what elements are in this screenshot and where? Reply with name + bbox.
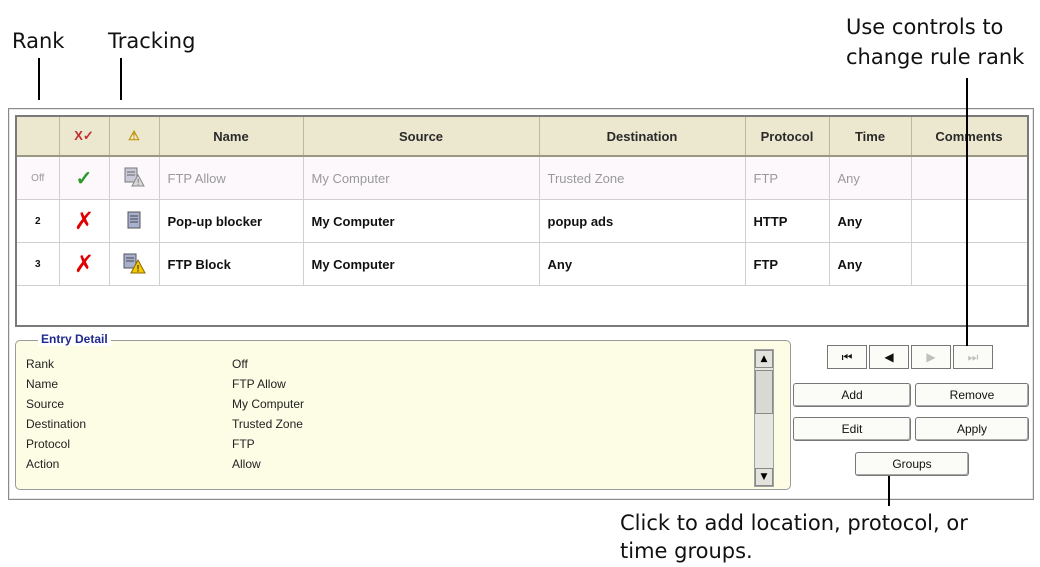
tracking-callout: Tracking [108,29,196,53]
rank-callout-line [38,58,40,100]
scroll-down-icon[interactable]: ▼ [755,468,773,486]
rule-name-cell: FTP Allow [159,156,304,200]
rule-protocol-cell: HTTP [745,199,830,243]
detail-row-rank: Rank Off [26,355,726,375]
groups-callout-2: time groups. [620,539,753,563]
detail-label: Name [26,377,59,391]
rule-destination-cell: Trusted Zone [539,156,746,200]
col-header-time[interactable]: Time [829,117,912,157]
detail-value: Allow [232,457,261,471]
scroll-up-icon[interactable]: ▲ [755,350,773,368]
col-header-destination[interactable]: Destination [539,117,746,157]
table-header-row: X✓ ⚠ Name Source Destination Protocol Ti… [17,117,1027,157]
rule-source-cell: My Computer [303,242,540,286]
check-icon[interactable]: ✓ [59,156,110,200]
rank-cell: 2 [17,199,60,243]
detail-value: Trusted Zone [232,417,303,431]
rank-controls-callout-line [966,78,968,346]
move-first-button[interactable]: ⏮ [827,345,867,369]
entry-detail-title: Entry Detail [38,332,111,346]
table-row[interactable]: 3 ✗ ! FTP Block My Computer Any FTP Any [17,242,1027,286]
rules-grid: X✓ ⚠ Name Source Destination Protocol Ti… [15,115,1029,327]
rules-table: X✓ ⚠ Name Source Destination Protocol Ti… [17,117,1027,286]
groups-button[interactable]: Groups [855,452,969,476]
detail-row-destination: Destination Trusted Zone [26,415,726,435]
detail-value: My Computer [232,397,305,411]
detail-row-name: Name FTP Allow [26,375,726,395]
detail-value: Off [232,357,248,371]
table-row[interactable]: 2 ✗ Pop-up blocker My Computer popup ads… [17,199,1027,243]
rank-controls-callout-2: change rule rank [846,45,1025,69]
rule-source-cell: My Computer [303,199,540,243]
tracking-callout-line [120,58,122,100]
detail-row-source: Source My Computer [26,395,726,415]
groups-callout-line [888,476,890,506]
rule-comments-cell [911,242,1027,286]
groups-callout-1: Click to add location, protocol, or [620,511,968,535]
svg-text:!: ! [137,178,139,187]
col-header-source[interactable]: Source [303,117,540,157]
rule-protocol-cell: FTP [745,156,830,200]
log-icon[interactable] [109,199,160,243]
rank-callout: Rank [12,29,65,53]
rule-comments-cell [911,199,1027,243]
rule-name-cell: FTP Block [159,242,304,286]
apply-button[interactable]: Apply [915,417,1029,441]
rule-source-cell: My Computer [303,156,540,200]
rank-controls: ⏮ ◀ ▶ ⏭ [827,345,995,371]
rule-name-cell: Pop-up blocker [159,199,304,243]
block-x-icon[interactable]: ✗ [59,199,110,243]
rule-protocol-cell: FTP [745,242,830,286]
detail-label: Action [26,457,60,471]
add-button[interactable]: Add [793,383,911,407]
move-up-button[interactable]: ◀ [869,345,909,369]
rule-destination-cell: popup ads [539,199,746,243]
detail-row-protocol: Protocol FTP [26,435,726,455]
firewall-rules-panel: X✓ ⚠ Name Source Destination Protocol Ti… [8,108,1034,500]
log-alert-icon[interactable]: ! [109,242,160,286]
rule-time-cell: Any [829,242,912,286]
col-header-tracking[interactable]: ⚠ [109,117,160,157]
rule-destination-cell: Any [539,242,746,286]
rank-controls-callout-1: Use controls to [846,15,1004,39]
edit-button[interactable]: Edit [793,417,911,441]
detail-value: FTP [232,437,255,451]
scroll-thumb[interactable] [755,370,773,414]
block-x-icon[interactable]: ✗ [59,242,110,286]
detail-label: Rank [26,357,55,371]
move-last-button[interactable]: ⏭ [953,345,993,369]
col-header-comments[interactable]: Comments [911,117,1027,157]
remove-button[interactable]: Remove [915,383,1029,407]
detail-label: Protocol [26,437,71,451]
detail-label: Destination [26,417,87,431]
rank-cell: Off [17,156,60,200]
col-header-protocol[interactable]: Protocol [745,117,830,157]
entry-detail-panel: Entry Detail Rank Off Name FTP Allow Sourc… [15,332,791,490]
detail-row-action: Action Allow [26,455,726,475]
table-row[interactable]: Off ✓ ! FTP Allow My Computer Trusted Zo… [17,156,1027,200]
rank-cell: 3 [17,242,60,286]
detail-label: Source [26,397,65,411]
rule-time-cell: Any [829,156,912,200]
detail-scrollbar[interactable]: ▲ ▼ [754,349,774,487]
col-header-enabled[interactable]: X✓ [59,117,110,157]
rule-comments-cell [911,156,1027,200]
detail-value: FTP Allow [232,377,286,391]
rule-time-cell: Any [829,199,912,243]
col-header-name[interactable]: Name [159,117,304,157]
svg-text:!: ! [137,263,140,273]
move-down-button[interactable]: ▶ [911,345,951,369]
log-alert-icon[interactable]: ! [109,156,160,200]
entry-detail-list: Rank Off Name FTP Allow Source My Computer … [26,355,726,483]
col-header-rank[interactable] [17,117,60,157]
